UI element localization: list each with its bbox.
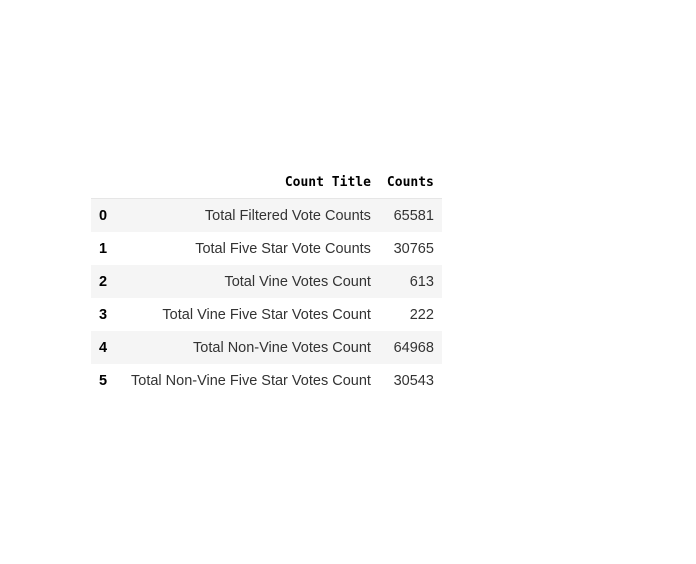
row-index: 2 [99, 273, 108, 290]
row-index: 0 [99, 207, 108, 224]
dataframe-output: Count Title Counts 0 Total Filtered Vote… [91, 166, 442, 397]
count-title-cell: Total Filtered Vote Counts [204, 207, 371, 224]
counts-cell: 30765 [393, 240, 434, 257]
counts-cell: 30543 [393, 372, 434, 389]
table-row: 0 Total Filtered Vote Counts 65581 [91, 198, 442, 232]
dataframe-table: Count Title Counts 0 Total Filtered Vote… [91, 166, 442, 397]
count-title-cell: Total Non-Vine Votes Count [193, 339, 371, 356]
row-index: 3 [99, 306, 108, 323]
table-row: 1 Total Five Star Vote Counts 30765 [91, 232, 442, 265]
count-title-cell: Total Non-Vine Five Star Votes Count [131, 372, 371, 389]
table-row: 2 Total Vine Votes Count 613 [91, 265, 442, 298]
count-title-cell: Total Vine Five Star Votes Count [162, 306, 371, 323]
row-index: 5 [99, 372, 108, 389]
count-title-cell: Total Vine Votes Count [224, 273, 371, 290]
header-row: Count Title Counts [91, 166, 442, 199]
table-row: 4 Total Non-Vine Votes Count 64968 [91, 331, 442, 364]
table-row: 3 Total Vine Five Star Votes Count 222 [91, 298, 442, 331]
counts-cell: 64968 [393, 339, 434, 356]
index-header [91, 166, 123, 199]
table-header: Count Title Counts [91, 166, 442, 199]
counts-cell: 222 [409, 306, 434, 323]
table-body: 0 Total Filtered Vote Counts 65581 1 Tot… [91, 198, 442, 397]
row-index: 4 [99, 339, 108, 356]
counts-cell: 65581 [393, 207, 434, 224]
column-header-counts: Counts [378, 166, 442, 199]
column-header-count-title: Count Title [123, 166, 379, 199]
row-index: 1 [99, 240, 108, 257]
count-title-cell: Total Five Star Vote Counts [195, 240, 371, 257]
counts-cell: 613 [409, 273, 434, 290]
table-row: 5 Total Non-Vine Five Star Votes Count 3… [91, 364, 442, 397]
